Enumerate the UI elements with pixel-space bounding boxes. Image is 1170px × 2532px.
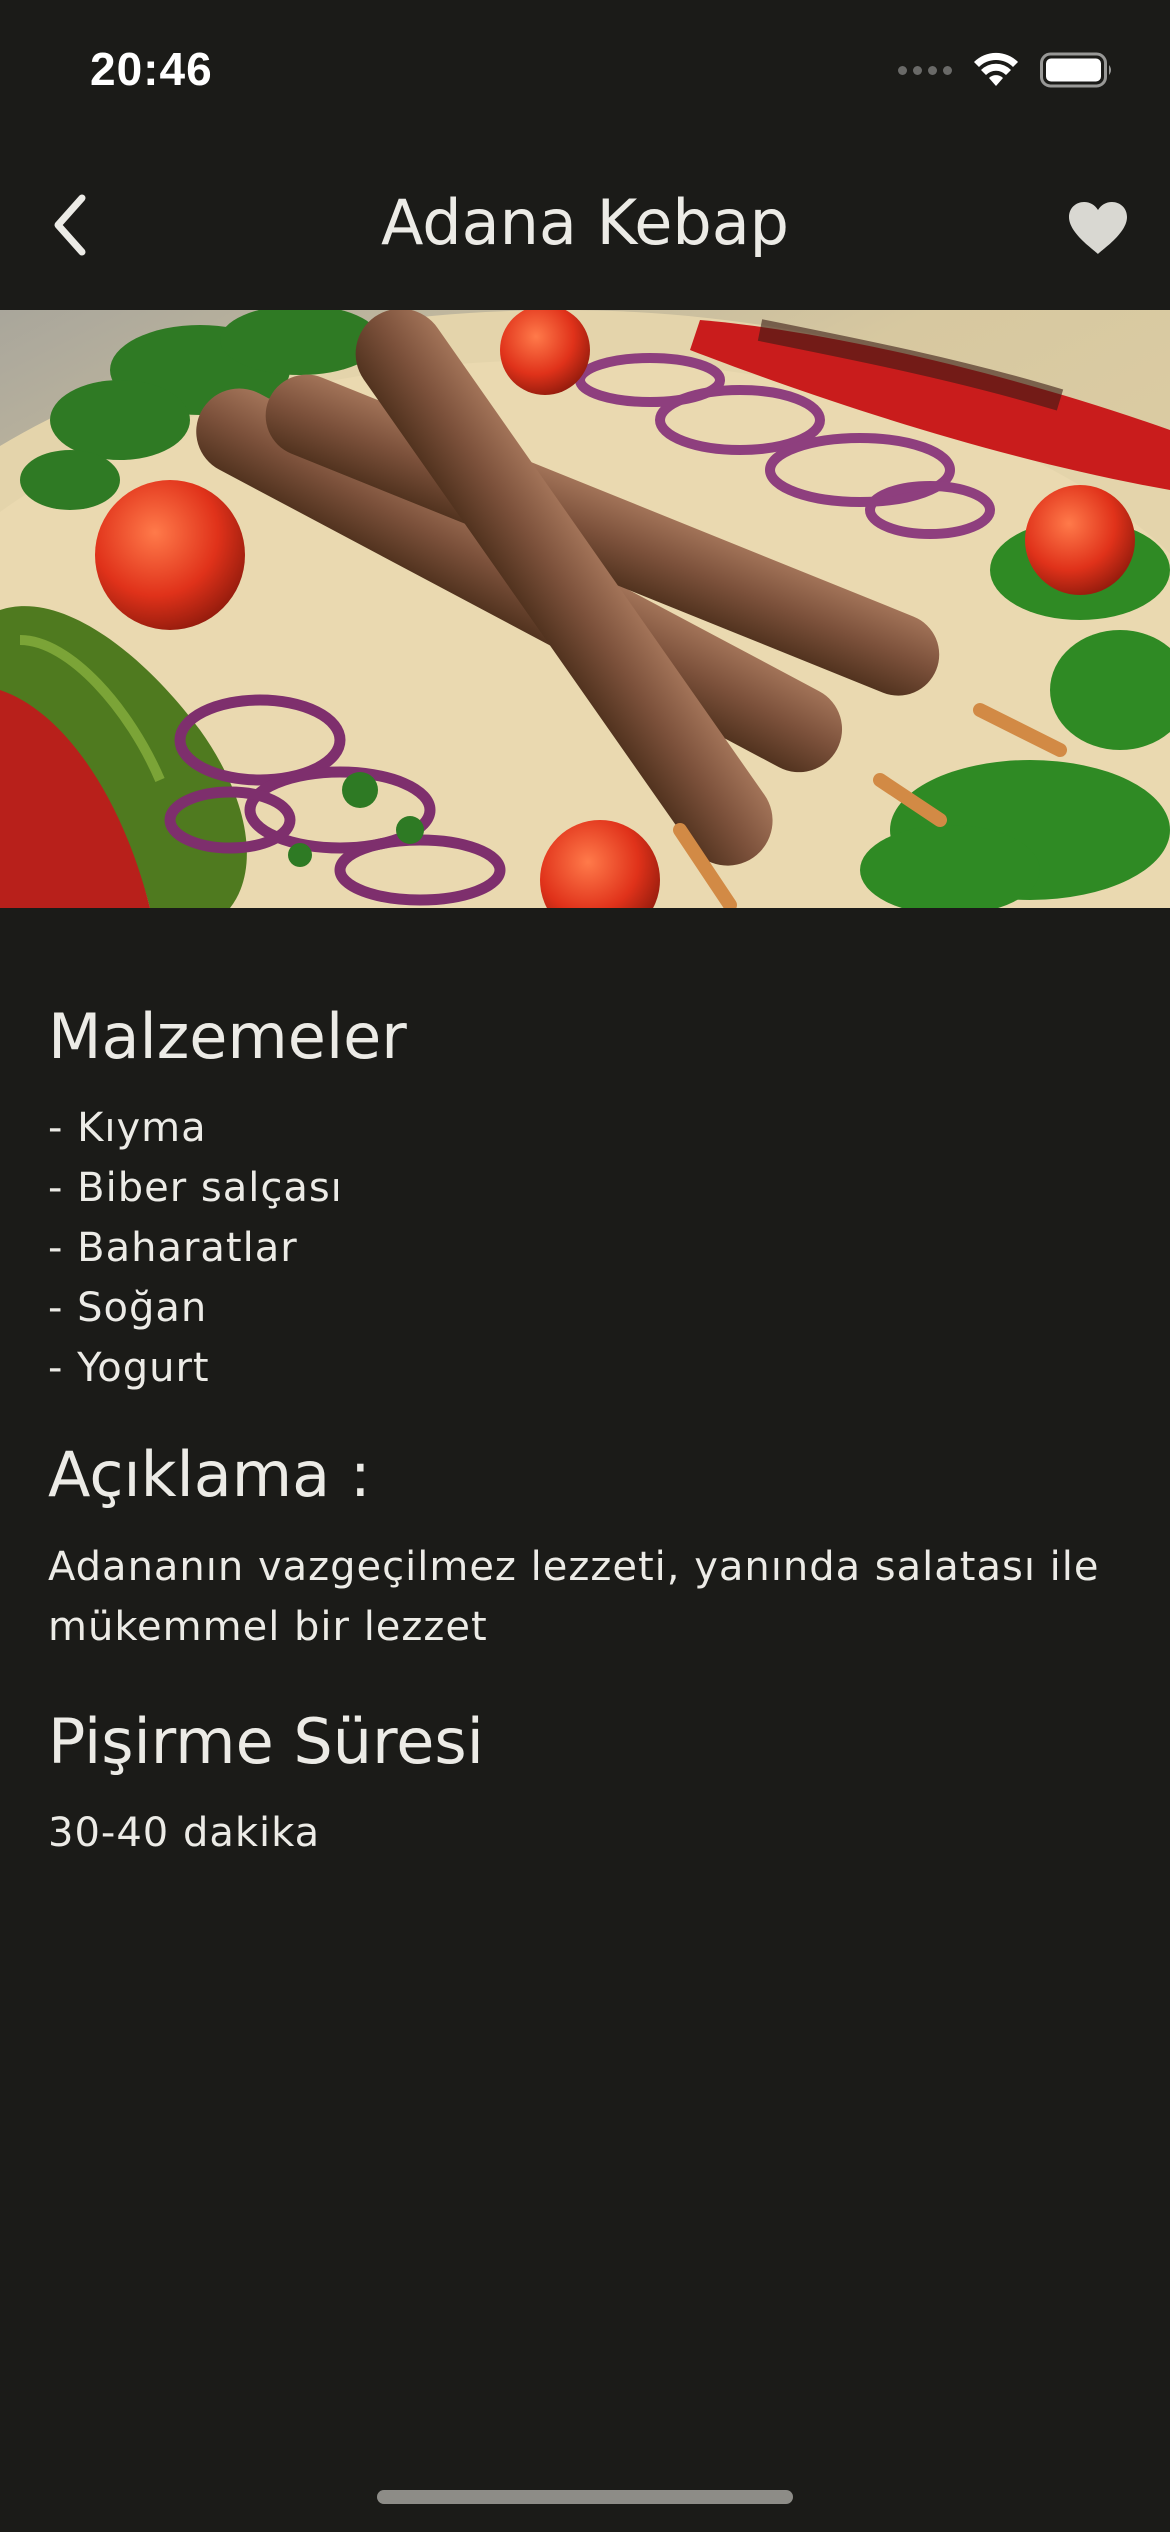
description-text: Adananın vazgeçilmez lezzeti, yanında sa… [48,1543,1100,1650]
status-bar: 20:46 [0,0,1170,150]
navigation-bar: Adana Kebap [0,150,1170,310]
battery-icon [1040,52,1111,88]
ingredients-title: Malzemeler [48,1000,407,1073]
list-item: - Biber salçası [48,1165,343,1212]
ingredients-section: Malzemeler - Kıyma - Biber salçası - Bah… [48,1000,1122,1398]
cooking-time-title: Pişirme Süresi [48,1704,484,1778]
list-item: - Yogurt [48,1345,210,1392]
heart-icon [1069,202,1127,254]
cellular-signal-icon [898,65,952,75]
description-title: Açıklama : [48,1438,371,1512]
description-section: Açıklama : Adananın vazgeçilmez lezzeti,… [48,1438,1122,1656]
home-indicator[interactable] [377,2490,793,2504]
cooking-time-section: Pişirme Süresi 30-40 dakika [48,1705,1122,1863]
page-title: Adana Kebap [380,186,790,259]
ingredients-list: - Kıyma - Biber salçası - Baharatlar - S… [48,1098,1122,1398]
favorite-button[interactable] [1062,192,1134,264]
list-item: - Baharatlar [48,1225,298,1272]
status-icons [898,52,1114,88]
recipe-details: Malzemeler - Kıyma - Biber salçası - Bah… [48,1000,1122,1863]
list-item: - Kıyma [48,1105,207,1152]
wifi-icon [974,52,1018,86]
cooking-time-value: 30-40 dakika [48,1810,321,1857]
kebab-photo [0,310,1170,908]
status-time: 20:46 [90,43,213,95]
list-item: - Soğan [48,1285,208,1332]
recipe-image [0,310,1170,908]
